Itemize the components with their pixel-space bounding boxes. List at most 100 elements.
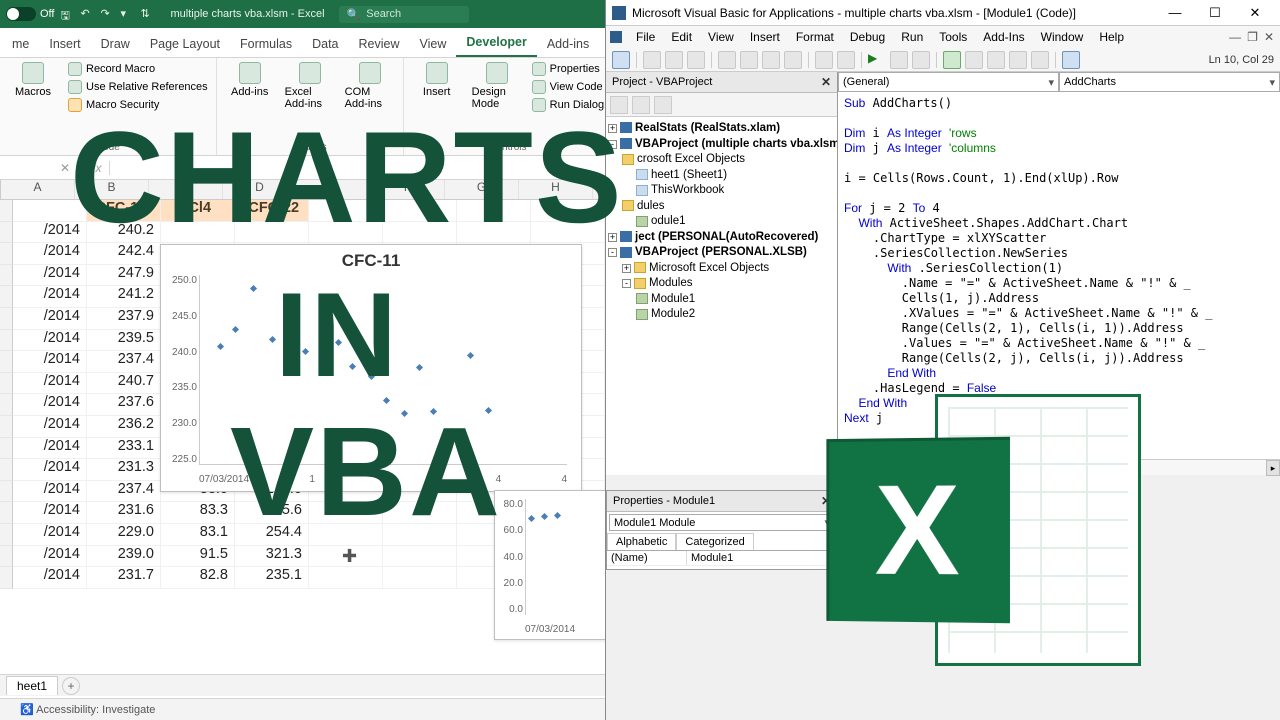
embedded-chart-cfc11[interactable]: CFC-11 250.0245.0240.0235.0230.0225.0 07… (160, 244, 582, 492)
cell[interactable]: 247.9 (87, 265, 161, 287)
cell-date[interactable]: /2014 (13, 438, 87, 460)
close-pane-icon[interactable]: ✕ (821, 494, 831, 508)
properties-button[interactable]: Properties (532, 62, 604, 76)
sort-icon[interactable]: ⇅ (140, 7, 154, 21)
cell[interactable]: 83.3 (161, 502, 235, 524)
save-icon[interactable]: 🖫 (60, 7, 74, 21)
expand-icon[interactable]: - (622, 279, 631, 288)
tab-categorized[interactable]: Categorized (676, 533, 753, 550)
cell-date[interactable]: /2014 (13, 567, 87, 589)
view-code-button[interactable]: View Code (532, 80, 604, 94)
menu-run[interactable]: Run (899, 30, 925, 44)
cell[interactable]: 82.8 (161, 567, 235, 589)
tree-node[interactable]: -VBAProject (PERSONAL.XLSB) (608, 245, 835, 261)
cell[interactable]: 91.5 (161, 546, 235, 568)
tree-node[interactable]: odule1 (608, 214, 835, 230)
proj-explorer-icon[interactable] (965, 51, 983, 69)
col-header-B[interactable]: B (75, 180, 149, 199)
cell-date[interactable]: /2014 (13, 243, 87, 265)
cell-date[interactable]: /2014 (13, 502, 87, 524)
col-header-G[interactable]: G (445, 180, 519, 199)
accessibility-status[interactable]: ♿ Accessibility: Investigate (20, 703, 155, 716)
cell[interactable]: 233.1 (87, 438, 161, 460)
ribbon-tab-data[interactable]: Data (302, 31, 348, 57)
pause-icon[interactable] (890, 51, 908, 69)
menu-format[interactable]: Format (794, 30, 836, 44)
cell-date[interactable]: /2014 (13, 546, 87, 568)
tree-node[interactable]: +Microsoft Excel Objects (608, 261, 835, 277)
tb-icon[interactable] (665, 51, 683, 69)
cell[interactable]: 254.4 (235, 524, 309, 546)
ribbon-tab-page-layout[interactable]: Page Layout (140, 31, 230, 57)
stop-icon[interactable] (912, 51, 930, 69)
menu-insert[interactable]: Insert (748, 30, 782, 44)
tree-node[interactable]: +RealStats (RealStats.xlam) (608, 121, 835, 137)
tb-icon[interactable] (687, 51, 705, 69)
menu-debug[interactable]: Debug (848, 30, 887, 44)
cell-date[interactable]: /2014 (13, 222, 87, 244)
minimize-button[interactable]: — (1156, 3, 1194, 23)
procedure-selector[interactable]: AddCharts (1059, 72, 1280, 92)
new-sheet-button[interactable]: + (62, 677, 80, 695)
redo-icon[interactable]: ↷ (100, 7, 114, 21)
menu-help[interactable]: Help (1097, 30, 1126, 44)
cell[interactable]: 265.6 (235, 502, 309, 524)
expand-icon[interactable]: - (608, 140, 617, 149)
cell[interactable] (235, 222, 309, 244)
ribbon-tab-insert[interactable]: Insert (39, 31, 90, 57)
code-editor[interactable]: Sub AddCharts() Dim i As Integer 'rows D… (838, 92, 1280, 459)
col-header-F[interactable]: F (371, 180, 445, 199)
cell[interactable]: 229.0 (87, 524, 161, 546)
cell-date[interactable]: /2014 (13, 351, 87, 373)
scroll-left-icon[interactable]: ◂ (838, 460, 852, 476)
cell[interactable]: 236.2 (87, 416, 161, 438)
filter-icon[interactable]: ▾ (120, 7, 134, 21)
cell-date[interactable]: /2014 (13, 481, 87, 503)
macro-security-button[interactable]: Macro Security (68, 98, 208, 112)
accept-icon[interactable]: ✓ (76, 161, 86, 175)
relative-refs-button[interactable]: Use Relative References (68, 80, 208, 94)
ribbon-tab-review[interactable]: Review (349, 31, 410, 57)
tab-alphabetic[interactable]: Alphabetic (607, 533, 676, 550)
expand-icon[interactable]: + (608, 124, 617, 133)
run-icon[interactable]: ▶ (868, 51, 886, 69)
cell[interactable]: 237.4 (87, 351, 161, 373)
mdi-minimize-icon[interactable]: — (1229, 30, 1241, 44)
expand-icon[interactable]: + (622, 264, 631, 273)
tree-node[interactable]: heet1 (Sheet1) (608, 168, 835, 184)
toggle-folders-icon[interactable] (654, 96, 672, 114)
paste-icon[interactable] (762, 51, 780, 69)
object-browser-icon[interactable] (1009, 51, 1027, 69)
find-icon[interactable] (784, 51, 802, 69)
view-excel-icon[interactable] (612, 51, 630, 69)
cut-icon[interactable] (718, 51, 736, 69)
cell[interactable]: 237.9 (87, 308, 161, 330)
addins-button[interactable]: Add-ins (225, 62, 275, 98)
cell-date[interactable]: /2014 (13, 286, 87, 308)
cell-date[interactable]: /2014 (13, 394, 87, 416)
close-button[interactable]: ✕ (1236, 3, 1274, 23)
cell[interactable]: 242.4 (87, 243, 161, 265)
menu-view[interactable]: View (706, 30, 736, 44)
cell-date[interactable]: /2014 (13, 330, 87, 352)
view-code-icon[interactable] (610, 96, 628, 114)
search-box[interactable]: 🔍 Search (339, 6, 469, 23)
object-selector[interactable]: (General) (838, 72, 1059, 92)
object-combo[interactable]: Module1 Module (609, 514, 835, 531)
cell[interactable]: 237.6 (87, 394, 161, 416)
fx-icon[interactable]: fx (92, 161, 101, 175)
cell[interactable]: 237.4 (87, 481, 161, 503)
mdi-restore-icon[interactable]: ❐ (1247, 30, 1258, 44)
autosave-toggle[interactable]: Off (6, 7, 54, 21)
maximize-button[interactable]: ☐ (1196, 3, 1234, 23)
cell[interactable] (161, 222, 235, 244)
tree-node[interactable]: dules (608, 199, 835, 215)
insert-control-button[interactable]: Insert (412, 62, 462, 98)
col-header-E[interactable]: E (297, 180, 371, 199)
ribbon-tab-me[interactable]: me (2, 31, 39, 57)
cell-date[interactable]: /2014 (13, 524, 87, 546)
run-dialog-button[interactable]: Run Dialog (532, 98, 604, 112)
ribbon-tab-formulas[interactable]: Formulas (230, 31, 302, 57)
cell-date[interactable]: /2014 (13, 459, 87, 481)
design-icon[interactable] (943, 51, 961, 69)
